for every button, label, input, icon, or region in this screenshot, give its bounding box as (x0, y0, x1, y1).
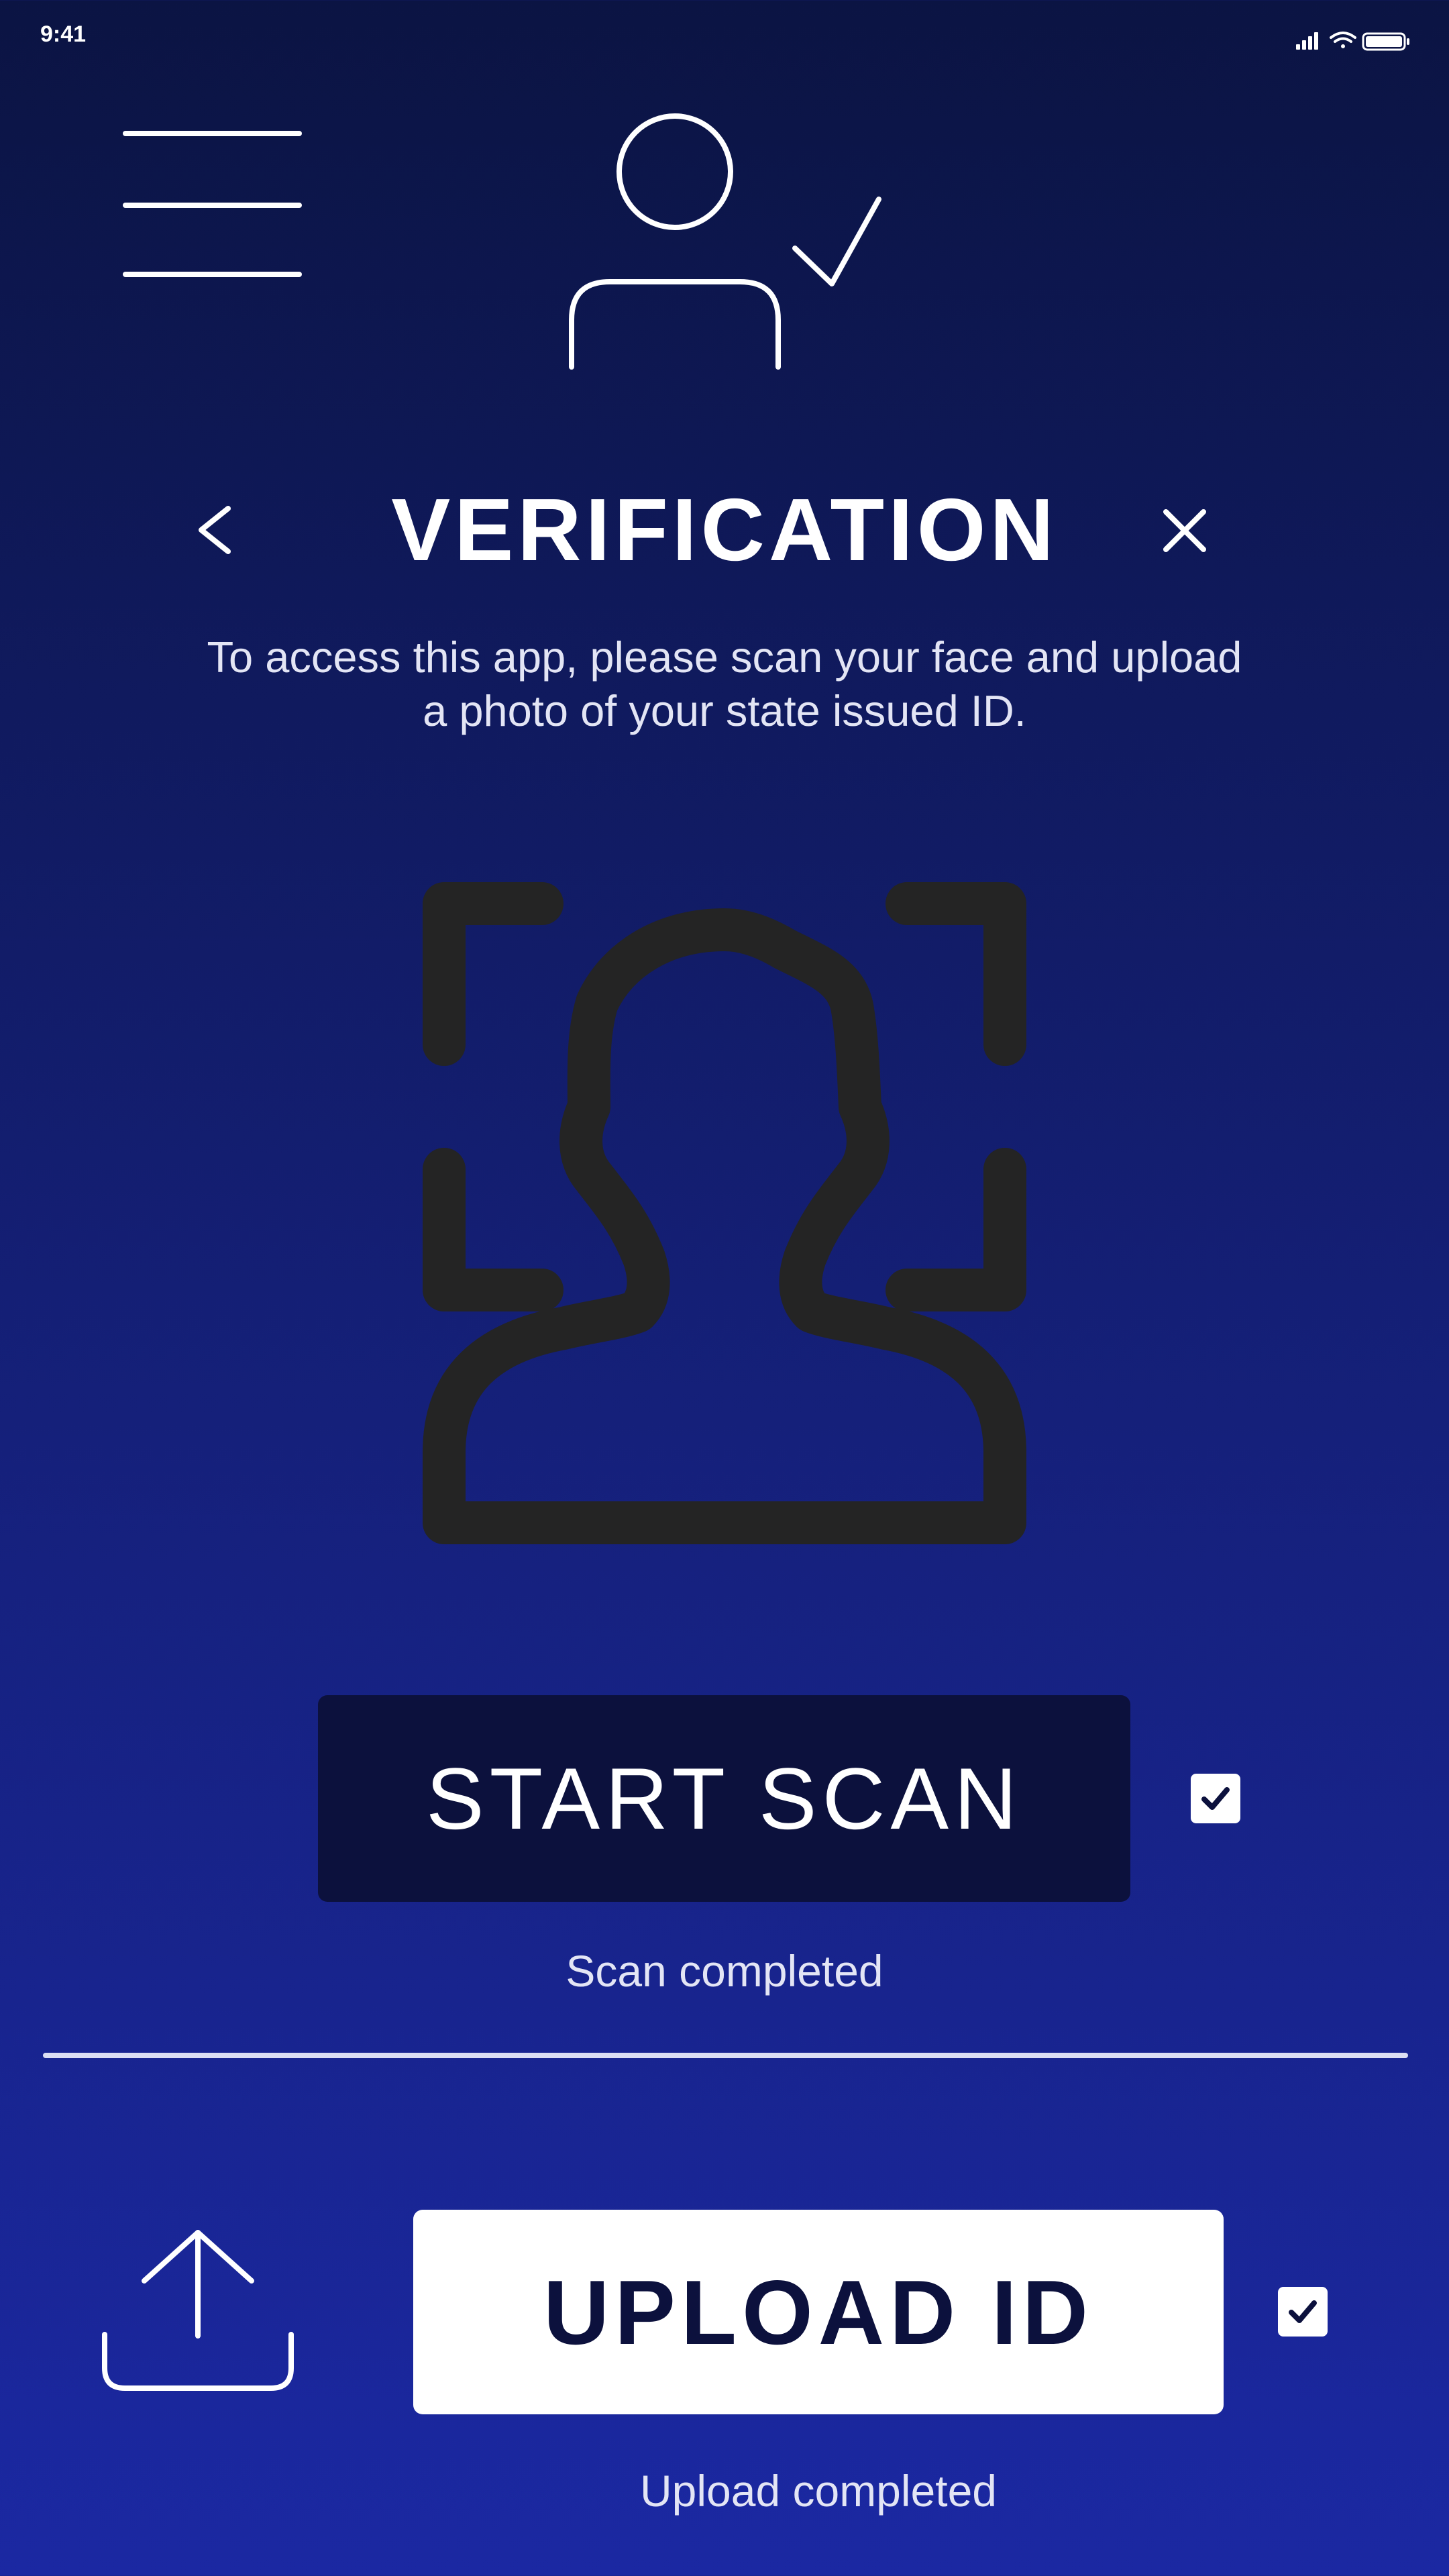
battery-icon (1362, 32, 1409, 51)
scan-complete-checkbox[interactable] (1191, 1774, 1240, 1823)
close-icon[interactable] (1161, 506, 1209, 555)
user-check-icon (569, 113, 881, 370)
checkmark-icon (1289, 2300, 1317, 2323)
instructions-text: To access this app, please scan your fac… (207, 633, 1242, 735)
scan-status-text: Scan completed (566, 1946, 883, 1996)
upload-icon[interactable] (101, 2227, 295, 2395)
upload-status-text: Upload completed (640, 2466, 997, 2516)
status-time: 9:41 (40, 21, 87, 47)
upload-id-button[interactable]: UPLOAD ID (413, 2210, 1224, 2414)
face-scan-icon (423, 882, 1026, 1544)
hamburger-menu-icon[interactable] (123, 131, 302, 282)
signal-icon (1296, 32, 1318, 50)
upload-complete-checkbox[interactable] (1278, 2287, 1328, 2337)
checkmark-icon (1201, 1787, 1230, 1810)
start-scan-button[interactable]: START SCAN (318, 1695, 1130, 1902)
wifi-icon (1330, 32, 1356, 48)
page-title: VERIFICATION (391, 480, 1058, 579)
status-icons (1296, 32, 1409, 51)
section-divider (43, 2053, 1408, 2058)
